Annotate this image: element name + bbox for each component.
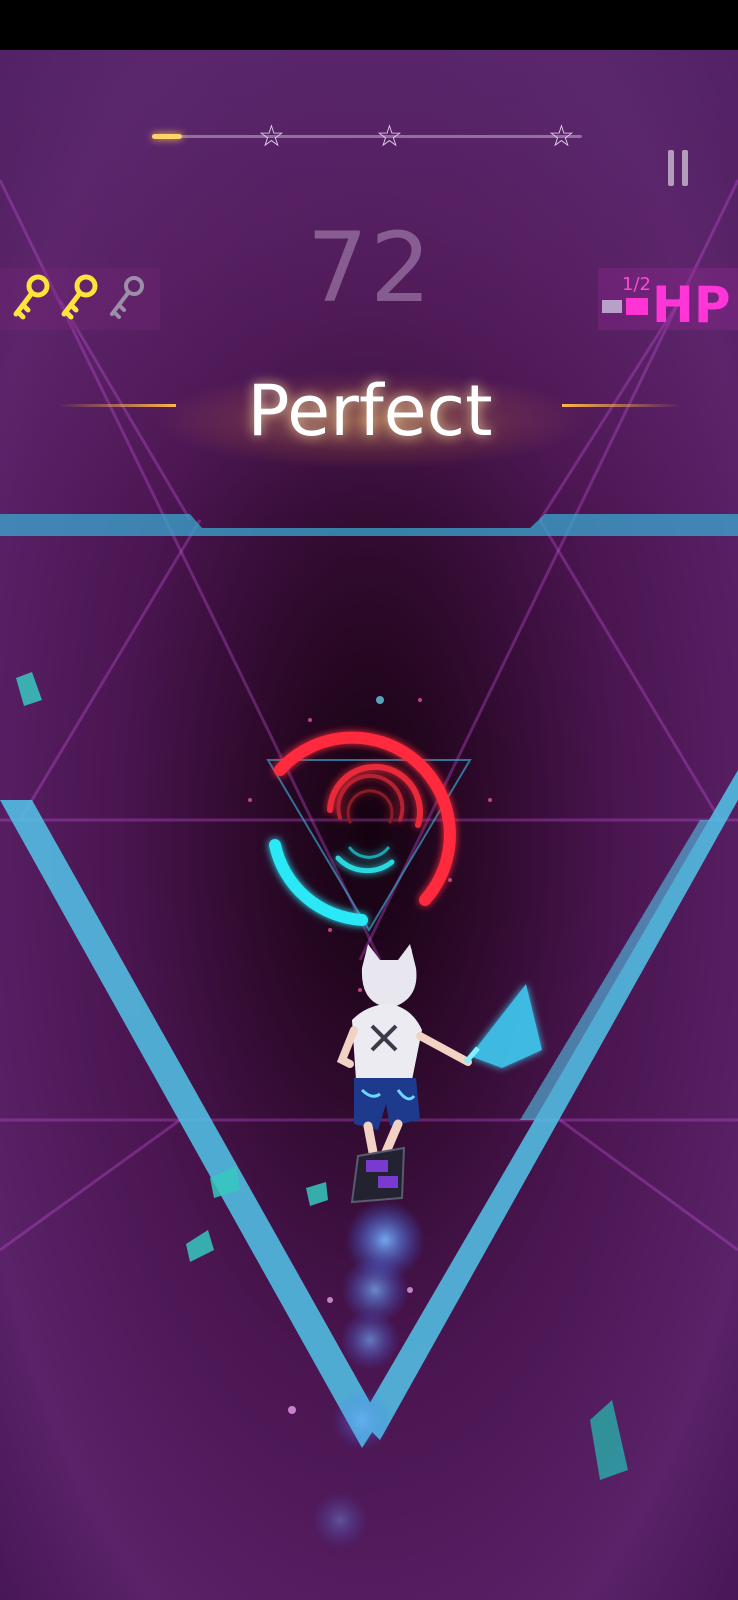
key-empty-icon	[110, 276, 144, 319]
keys-panel	[0, 268, 160, 330]
rating-line-left	[58, 404, 176, 407]
hit-rating-text: Perfect	[247, 370, 493, 452]
song-progress-fill	[152, 134, 182, 139]
hp-label: HP	[652, 276, 731, 334]
status-bar	[0, 0, 738, 50]
star-outline-icon: ☆	[376, 119, 403, 154]
hp-fraction: 1/2	[622, 274, 651, 295]
star-outline-icon: ☆	[258, 119, 285, 154]
hp-panel: 1/2 HP	[598, 268, 738, 334]
star-outline-icon: ☆	[548, 119, 575, 154]
song-progress-track	[152, 135, 582, 138]
hp-segment-empty	[602, 300, 622, 313]
hp-segment-filled	[626, 298, 648, 315]
rating-line-right	[562, 404, 680, 407]
pause-icon	[682, 150, 688, 186]
score-counter: 72	[306, 212, 434, 324]
pause-button[interactable]	[668, 150, 692, 188]
key-icon	[61, 274, 98, 320]
key-icon	[13, 274, 50, 320]
pause-icon	[668, 150, 674, 186]
